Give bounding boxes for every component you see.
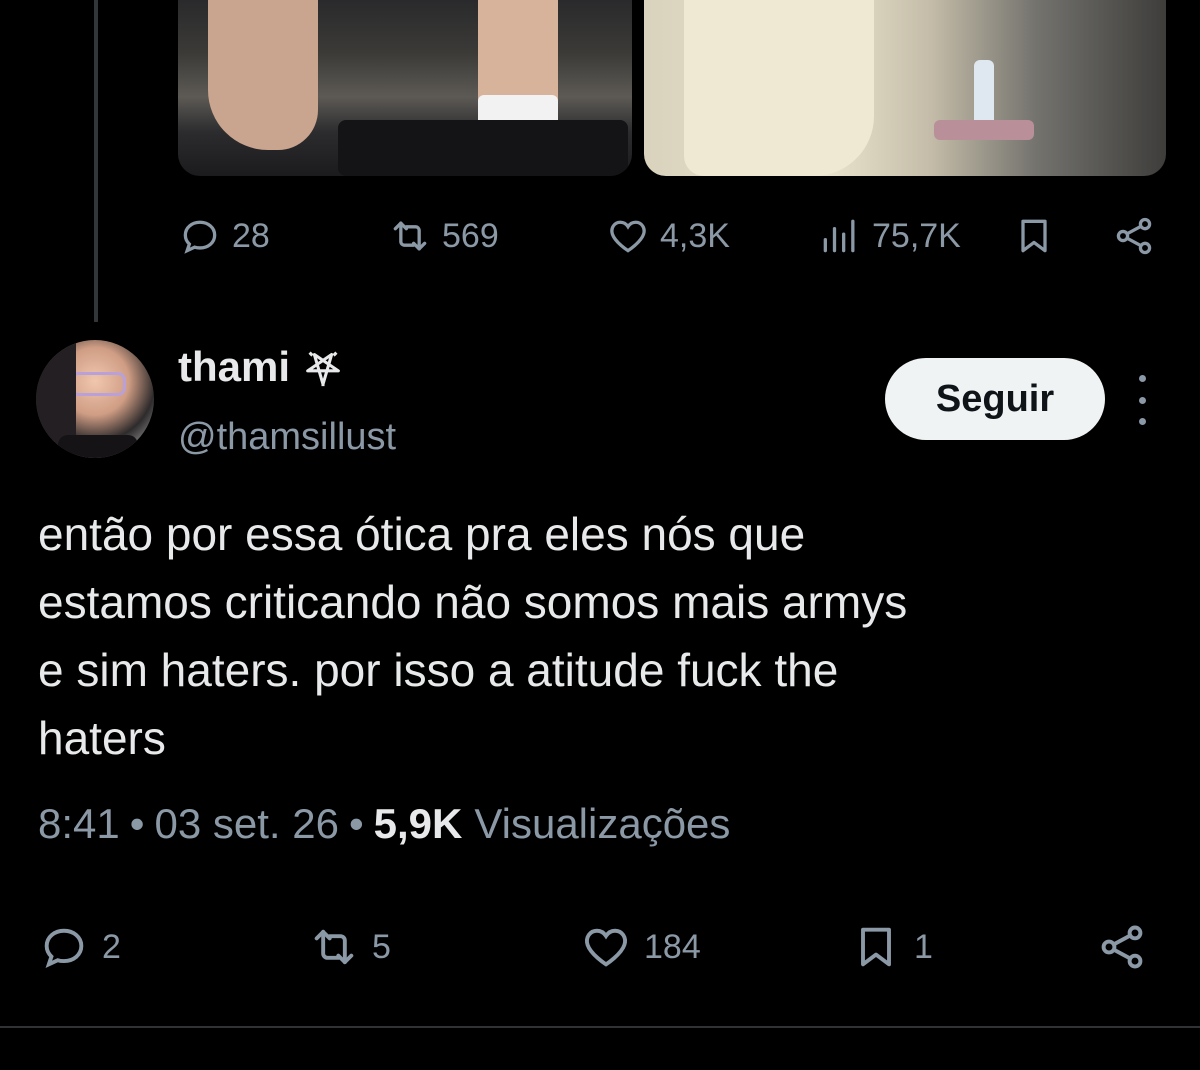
like-action[interactable]: 184 <box>580 912 701 982</box>
share-icon <box>1101 925 1143 969</box>
reply-count: 28 <box>232 216 270 255</box>
thread-connector-line <box>94 0 98 322</box>
meta-separator: • <box>348 800 364 847</box>
tweet-date[interactable]: 03 set. 26 <box>154 800 338 848</box>
bookmark-icon <box>861 927 891 967</box>
retweet-action[interactable]: 5 <box>308 912 391 982</box>
tweet-views-count: 5,9K <box>373 800 463 847</box>
meta-separator: • <box>129 800 145 847</box>
retweet-icon <box>314 929 354 965</box>
bookmark-count: 1 <box>914 927 933 966</box>
reply-count: 2 <box>102 927 121 966</box>
share-action[interactable] <box>1096 912 1160 982</box>
retweet-icon <box>393 221 427 251</box>
more-options-button[interactable] <box>1124 375 1160 425</box>
bookmark-button[interactable] <box>1012 214 1056 263</box>
retweet-stat[interactable]: 569 <box>388 205 499 267</box>
reply-icon <box>44 928 84 969</box>
author-name[interactable]: thami <box>178 343 290 391</box>
views-stat[interactable]: 75,7K <box>818 205 961 267</box>
share-icon <box>1116 217 1152 255</box>
like-stat[interactable]: 4,3K <box>606 205 730 267</box>
tweet-media-image-left[interactable] <box>178 0 632 176</box>
follow-button[interactable]: Seguir <box>885 358 1105 440</box>
parent-tweet-stats: 28 569 4,3K 75,7K <box>178 205 1168 267</box>
author-handle[interactable]: @thamsillust <box>178 416 396 459</box>
reply-actions: 2 5 184 1 <box>38 912 1168 982</box>
more-dot <box>1138 375 1146 382</box>
divider <box>0 1026 1200 1028</box>
like-icon <box>610 220 646 253</box>
views-icon <box>823 219 855 253</box>
tweet-views-label: Visualizações <box>474 800 731 847</box>
tweet-text: então por essa ótica pra eles nós que es… <box>38 508 908 764</box>
pentagram-icon <box>306 351 340 387</box>
tweet-time[interactable]: 8:41 <box>38 800 120 848</box>
reply-icon <box>183 220 217 254</box>
retweet-count: 5 <box>372 927 391 966</box>
views-count: 75,7K <box>872 216 961 255</box>
author-name-row[interactable]: thami <box>178 343 346 391</box>
like-icon <box>585 928 627 967</box>
reply-stat[interactable]: 28 <box>178 205 270 267</box>
reply-action[interactable]: 2 <box>38 912 121 982</box>
bookmark-action[interactable]: 1 <box>850 912 933 982</box>
avatar[interactable] <box>36 340 154 458</box>
more-dot <box>1138 396 1146 404</box>
share-button[interactable] <box>1112 214 1156 263</box>
like-count: 4,3K <box>660 216 730 255</box>
retweet-count: 569 <box>442 216 499 255</box>
bookmark-icon <box>1021 219 1047 253</box>
tweet-metadata: 8:41 • 03 set. 26 • 5,9K Visualizações <box>38 800 730 848</box>
like-count: 184 <box>644 927 701 966</box>
more-dot <box>1138 418 1146 425</box>
tweet-media-image-right[interactable] <box>644 0 1166 176</box>
